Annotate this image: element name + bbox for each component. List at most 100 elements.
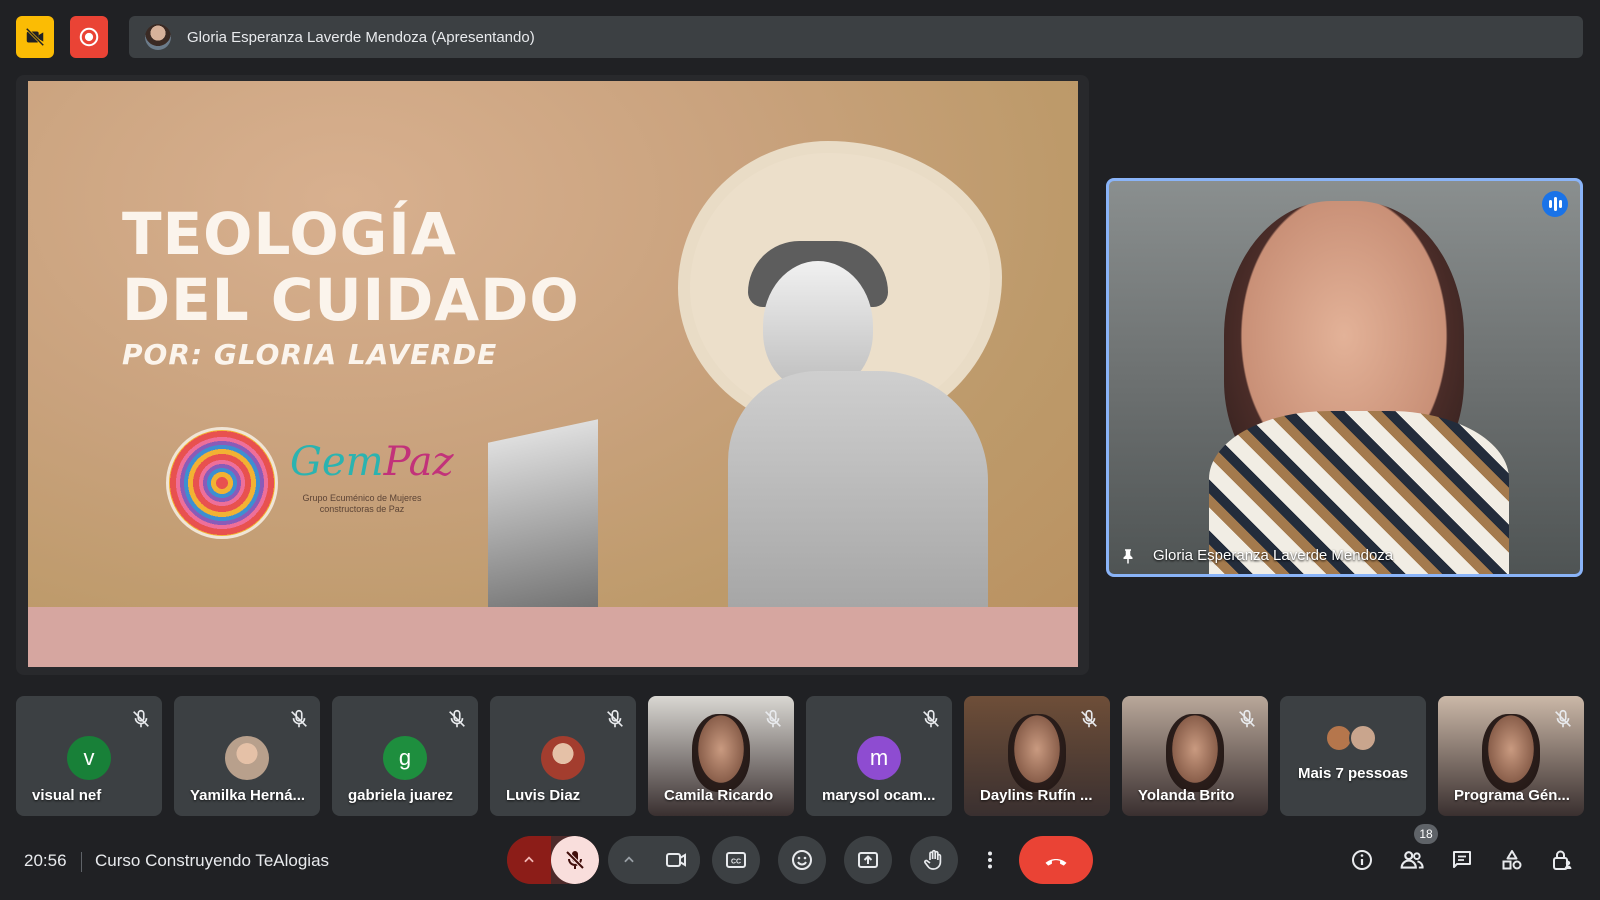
meeting-title: Curso Construyendo TeAlogias: [95, 851, 330, 870]
presentation-stage[interactable]: TEOLOGÍA DEL CUIDADO POR: GLORIA LAVERDE…: [16, 75, 1089, 675]
emoji-icon: [792, 850, 812, 870]
recording-button[interactable]: [70, 16, 108, 58]
participant-avatar: [1349, 724, 1377, 752]
mic-off-icon: [565, 850, 585, 870]
mic-off-icon: [920, 708, 942, 730]
presentation-slide: TEOLOGÍA DEL CUIDADO POR: GLORIA LAVERDE…: [28, 81, 1078, 667]
participant-tile[interactable]: Camila Ricardo: [648, 696, 794, 816]
participant-video-face: [1008, 714, 1066, 792]
mic-off-icon: [1078, 708, 1100, 730]
participant-tile[interactable]: v visual nef: [16, 696, 162, 816]
hand-icon: [924, 849, 942, 870]
participant-name: Yamilka Herná...: [190, 787, 306, 804]
svg-text:CC: CC: [731, 859, 741, 866]
participant-name: Mais 7 pessoas: [1297, 765, 1409, 782]
participant-tile[interactable]: Programa Gén...: [1438, 696, 1584, 816]
mic-off-icon: [288, 708, 310, 730]
videocam-icon: [666, 853, 686, 867]
speaking-indicator-icon: [1542, 191, 1568, 217]
chevron-up-icon: [524, 856, 534, 863]
mic-off-icon: [446, 708, 468, 730]
participant-strip: v visual nef Yamilka Herná... g gabriela jua…: [16, 696, 1584, 816]
call-end-icon: [1045, 858, 1067, 866]
gempaz-logo-text: GemPaz: [290, 439, 454, 485]
chevron-up-icon: [624, 856, 634, 863]
participant-name: Luvis Diaz: [506, 787, 581, 804]
slide-subtitle: POR: GLORIA LAVERDE: [122, 338, 498, 371]
presenting-banner[interactable]: Gloria Esperanza Laverde Mendoza (Aprese…: [129, 16, 1583, 58]
participant-count-badge: 18: [1414, 824, 1438, 844]
no-video-icon: [25, 27, 45, 47]
presenter-avatar: [145, 24, 171, 50]
participant-avatar: g: [383, 736, 427, 780]
closed-captions-icon: CC: [726, 852, 746, 868]
captions-button[interactable]: CC: [712, 836, 760, 884]
microphone-control: [507, 836, 599, 884]
reactions-button[interactable]: [778, 836, 826, 884]
participant-tile[interactable]: Yolanda Brito: [1122, 696, 1268, 816]
participant-tile[interactable]: Daylins Rufín ...: [964, 696, 1110, 816]
divider: [81, 852, 82, 872]
mic-off-icon: [130, 708, 152, 730]
people-button[interactable]: [1394, 842, 1430, 878]
audio-options-button[interactable]: [507, 836, 551, 884]
info-icon: [1352, 850, 1372, 870]
participant-avatar: v: [67, 736, 111, 780]
host-controls-button[interactable]: [1544, 842, 1580, 878]
leave-call-button[interactable]: [1019, 836, 1093, 884]
logo-text-paz: Paz: [383, 439, 454, 485]
participant-avatar-stack: [1325, 724, 1381, 754]
raise-hand-button[interactable]: [910, 836, 958, 884]
clock: 20:56: [24, 851, 67, 870]
mic-off-icon: [1552, 708, 1574, 730]
mic-toggle-button[interactable]: [551, 836, 599, 884]
meeting-details-button[interactable]: [1344, 842, 1380, 878]
slide-title: TEOLOGÍA DEL CUIDADO: [122, 201, 580, 333]
participant-name: gabriela juarez: [348, 787, 454, 804]
participant-name: visual nef: [32, 787, 102, 804]
video-options-button[interactable]: [608, 836, 650, 884]
participant-name: Camila Ricardo: [664, 787, 774, 804]
activities-shapes-icon: [1502, 850, 1522, 870]
logo-text-gem: Gem: [290, 439, 384, 485]
participant-avatar: [541, 736, 585, 780]
participant-avatar: m: [857, 736, 901, 780]
participant-avatar: [225, 736, 269, 780]
participant-tile[interactable]: g gabriela juarez: [332, 696, 478, 816]
more-participants-tile[interactable]: Mais 7 pessoas: [1280, 696, 1426, 816]
participant-video-face: [692, 714, 750, 792]
mic-off-icon: [762, 708, 784, 730]
slide-title-line2: DEL CUIDADO: [122, 266, 580, 334]
participant-video-face: [1482, 714, 1540, 792]
lock-person-icon: [1553, 850, 1572, 870]
chat-icon: [1453, 851, 1471, 868]
activities-button[interactable]: [1494, 842, 1530, 878]
slide-bottom-band: [28, 607, 1078, 667]
participant-name: Daylins Rufín ...: [980, 787, 1093, 804]
gempaz-logo-caption: Grupo Ecuménico de Mujeres constructoras…: [302, 493, 422, 514]
pin-icon[interactable]: [1119, 546, 1137, 566]
camera-toggle-button[interactable]: [652, 836, 700, 884]
hide-self-view-button[interactable]: [16, 16, 54, 58]
mic-off-icon: [1236, 708, 1258, 730]
participant-name: Yolanda Brito: [1138, 787, 1235, 804]
presenter-text: Gloria Esperanza Laverde Mendoza (Aprese…: [187, 28, 535, 46]
participant-name: marysol ocam...: [822, 787, 936, 804]
present-now-button[interactable]: [844, 836, 892, 884]
participant-video-face: [1166, 714, 1224, 792]
more-vert-icon: [988, 851, 992, 869]
slide-title-line1: TEOLOGÍA: [122, 200, 457, 268]
camera-control: [608, 836, 700, 884]
more-options-button[interactable]: [970, 836, 1010, 884]
record-icon: [79, 27, 99, 47]
participant-tile[interactable]: Luvis Diaz: [490, 696, 636, 816]
speaker-video-tile[interactable]: Gloria Esperanza Laverde Mendoza: [1106, 178, 1583, 577]
mic-off-icon: [604, 708, 626, 730]
participant-tile[interactable]: m marysol ocam...: [806, 696, 952, 816]
speaker-name: Gloria Esperanza Laverde Mendoza: [1153, 547, 1394, 564]
chat-button[interactable]: [1444, 842, 1480, 878]
participant-name: Programa Gén...: [1454, 787, 1570, 804]
participant-tile[interactable]: Yamilka Herná...: [174, 696, 320, 816]
gempaz-mandala-logo: [166, 427, 278, 539]
present-screen-icon: [858, 852, 878, 868]
